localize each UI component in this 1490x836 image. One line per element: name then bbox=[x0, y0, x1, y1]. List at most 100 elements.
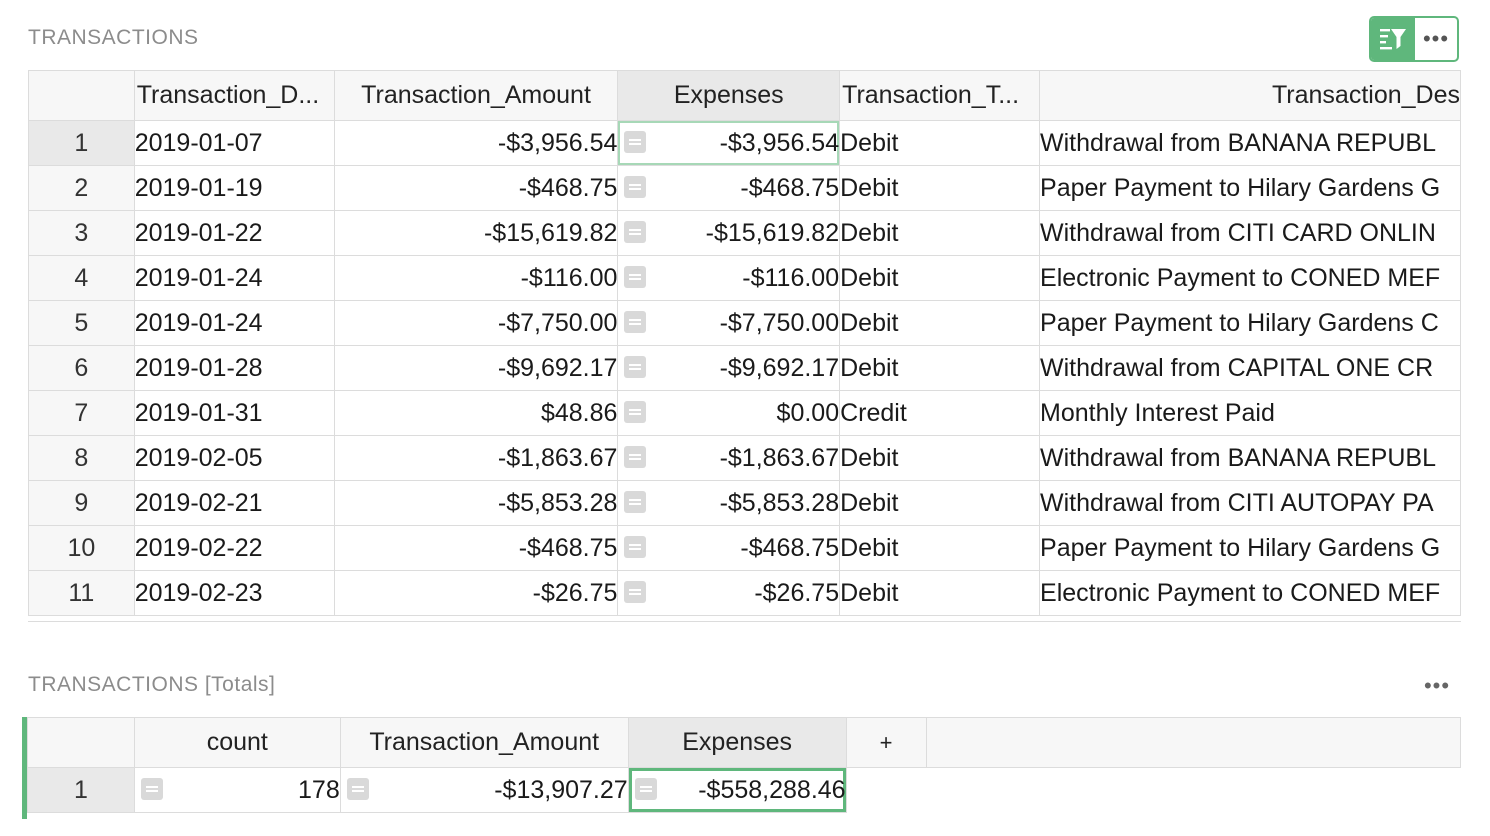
totals-row-number-header[interactable] bbox=[27, 717, 135, 768]
cell-transaction-description[interactable]: Electronic Payment to CONED MEF bbox=[1039, 570, 1461, 616]
cell-transaction-description[interactable]: Electronic Payment to CONED MEF bbox=[1039, 255, 1461, 301]
row-number[interactable]: 5 bbox=[28, 300, 135, 346]
cell-expenses[interactable]: -$468.75 bbox=[617, 525, 841, 571]
cell-transaction-description[interactable]: Withdrawal from CITI CARD ONLIN bbox=[1039, 210, 1461, 256]
totals-more-options-button[interactable]: ••• bbox=[1420, 673, 1454, 699]
column-header-transaction-amount[interactable]: Transaction_Amount bbox=[333, 70, 619, 121]
row-number[interactable]: 10 bbox=[28, 525, 135, 571]
cell-transaction-type[interactable]: Debit bbox=[839, 570, 1041, 616]
row-number[interactable]: 6 bbox=[28, 345, 135, 391]
cell-transaction-amount[interactable]: -$5,853.28 bbox=[333, 480, 619, 526]
cell-transaction-date[interactable]: 2019-01-28 bbox=[133, 345, 335, 391]
column-header-expenses[interactable]: Expenses bbox=[617, 70, 841, 121]
cell-transaction-type[interactable]: Debit bbox=[839, 435, 1041, 481]
row-number[interactable]: 7 bbox=[28, 390, 135, 436]
row-number[interactable]: 8 bbox=[28, 435, 135, 481]
add-column-button[interactable]: + bbox=[845, 717, 927, 768]
formula-icon bbox=[624, 266, 647, 288]
cell-transaction-amount[interactable]: -$468.75 bbox=[333, 525, 619, 571]
cell-transaction-date[interactable]: 2019-01-19 bbox=[133, 165, 335, 211]
cell-transaction-description[interactable]: Withdrawal from CAPITAL ONE CR bbox=[1039, 345, 1461, 391]
cell-transaction-date[interactable]: 2019-02-05 bbox=[133, 435, 335, 481]
cell-expenses-value: -$1,863.67 bbox=[719, 443, 840, 472]
cell-transaction-type[interactable]: Debit bbox=[839, 255, 1041, 301]
column-header-transaction-type[interactable]: Transaction_T... bbox=[839, 70, 1041, 121]
cell-transaction-amount[interactable]: -$7,750.00 bbox=[333, 300, 619, 346]
cell-transaction-description[interactable]: Withdrawal from CITI AUTOPAY PA bbox=[1039, 480, 1461, 526]
cell-expenses[interactable]: $0.00 bbox=[617, 390, 841, 436]
transactions-table-container: Transaction_D... Transaction_Amount Expe… bbox=[28, 70, 1461, 622]
cell-expenses[interactable]: -$468.75 bbox=[617, 165, 841, 211]
cell-transaction-description[interactable]: Paper Payment to Hilary Gardens C bbox=[1039, 300, 1461, 346]
cell-transaction-amount[interactable]: -$9,692.17 bbox=[333, 345, 619, 391]
cell-transaction-amount[interactable]: $48.86 bbox=[333, 390, 619, 436]
section-title-totals: TRANSACTIONS [Totals] bbox=[28, 673, 276, 696]
row-number[interactable]: 9 bbox=[28, 480, 135, 526]
row-number[interactable]: 4 bbox=[28, 255, 135, 301]
cell-transaction-date[interactable]: 2019-02-23 bbox=[133, 570, 335, 616]
cell-total-amount[interactable]: -$13,907.27 bbox=[339, 767, 629, 813]
more-horizontal-icon: ••• bbox=[1423, 673, 1451, 698]
cell-transaction-type[interactable]: Debit bbox=[839, 210, 1041, 256]
formula-icon bbox=[624, 491, 647, 513]
cell-transaction-description[interactable]: Withdrawal from BANANA REPUBL bbox=[1039, 435, 1461, 481]
cell-transaction-type[interactable]: Credit bbox=[839, 390, 1041, 436]
row-number-header[interactable] bbox=[28, 70, 135, 121]
cell-transaction-amount[interactable]: -$15,619.82 bbox=[333, 210, 619, 256]
column-header-transaction-description[interactable]: Transaction_Des bbox=[1039, 70, 1461, 121]
cell-transaction-description[interactable]: Monthly Interest Paid bbox=[1039, 390, 1461, 436]
cell-transaction-type[interactable]: Debit bbox=[839, 300, 1041, 346]
row-number[interactable]: 11 bbox=[28, 570, 135, 616]
row-number[interactable]: 1 bbox=[27, 767, 135, 813]
column-header-transaction-date[interactable]: Transaction_D... bbox=[133, 70, 335, 121]
cell-transaction-type[interactable]: Debit bbox=[839, 525, 1041, 571]
cell-transaction-date[interactable]: 2019-02-21 bbox=[133, 480, 335, 526]
cell-transaction-type[interactable]: Debit bbox=[839, 165, 1041, 211]
totals-column-header-expenses[interactable]: Expenses bbox=[627, 717, 847, 768]
totals-row: 1 178 -$13,907.27 -$558,288.46 bbox=[27, 767, 1461, 813]
totals-column-header-transaction-amount[interactable]: Transaction_Amount bbox=[339, 717, 629, 768]
cell-transaction-description[interactable]: Paper Payment to Hilary Gardens G bbox=[1039, 165, 1461, 211]
cell-total-expenses[interactable]: -$558,288.46 bbox=[627, 767, 847, 813]
cell-transaction-type[interactable]: Debit bbox=[839, 120, 1041, 166]
cell-expenses-value: -$5,853.28 bbox=[719, 488, 840, 517]
cell-expenses[interactable]: -$9,692.17 bbox=[617, 345, 841, 391]
cell-transaction-amount[interactable]: -$1,863.67 bbox=[333, 435, 619, 481]
row-number[interactable]: 3 bbox=[28, 210, 135, 256]
cell-transaction-date[interactable]: 2019-01-24 bbox=[133, 300, 335, 346]
cell-transaction-date[interactable]: 2019-02-22 bbox=[133, 525, 335, 571]
formula-icon bbox=[624, 131, 647, 153]
cell-transaction-amount[interactable]: -$26.75 bbox=[333, 570, 619, 616]
table-row: 9 2019-02-21 -$5,853.28 -$5,853.28 Debit With… bbox=[28, 480, 1461, 526]
cell-transaction-date[interactable]: 2019-01-24 bbox=[133, 255, 335, 301]
cell-transaction-date[interactable]: 2019-01-07 bbox=[133, 120, 335, 166]
cell-expenses[interactable]: -$1,863.67 bbox=[617, 435, 841, 481]
cell-transaction-type[interactable]: Debit bbox=[839, 480, 1041, 526]
cell-transaction-description[interactable]: Paper Payment to Hilary Gardens G bbox=[1039, 525, 1461, 571]
cell-count-value: 178 bbox=[298, 775, 340, 804]
totals-column-header-count[interactable]: count bbox=[133, 717, 341, 768]
cell-expenses[interactable]: -$116.00 bbox=[617, 255, 841, 301]
cell-expenses[interactable]: -$7,750.00 bbox=[617, 300, 841, 346]
cell-expenses[interactable]: -$15,619.82 bbox=[617, 210, 841, 256]
cell-expenses[interactable]: -$5,853.28 bbox=[617, 480, 841, 526]
sort-filter-button[interactable] bbox=[1371, 18, 1415, 60]
table-toolbar: ••• bbox=[1369, 16, 1459, 62]
cell-transaction-description[interactable]: Withdrawal from BANANA REPUBL bbox=[1039, 120, 1461, 166]
cell-count[interactable]: 178 bbox=[133, 767, 341, 813]
cell-transaction-type[interactable]: Debit bbox=[839, 345, 1041, 391]
cell-expenses[interactable]: -$3,956.54 bbox=[617, 120, 841, 166]
cell-expenses[interactable]: -$26.75 bbox=[617, 570, 841, 616]
cell-expenses-value: -$7,750.00 bbox=[719, 308, 840, 337]
cell-transaction-amount[interactable]: -$116.00 bbox=[333, 255, 619, 301]
totals-header-row: count Transaction_Amount Expenses + bbox=[27, 717, 1461, 768]
transactions-table: Transaction_D... Transaction_Amount Expe… bbox=[28, 70, 1461, 616]
empty-cell bbox=[925, 767, 1461, 813]
cell-transaction-amount[interactable]: -$468.75 bbox=[333, 165, 619, 211]
more-options-button[interactable]: ••• bbox=[1415, 18, 1457, 60]
cell-transaction-date[interactable]: 2019-01-31 bbox=[133, 390, 335, 436]
row-number[interactable]: 1 bbox=[28, 120, 135, 166]
cell-transaction-amount[interactable]: -$3,956.54 bbox=[333, 120, 619, 166]
row-number[interactable]: 2 bbox=[28, 165, 135, 211]
cell-transaction-date[interactable]: 2019-01-22 bbox=[133, 210, 335, 256]
